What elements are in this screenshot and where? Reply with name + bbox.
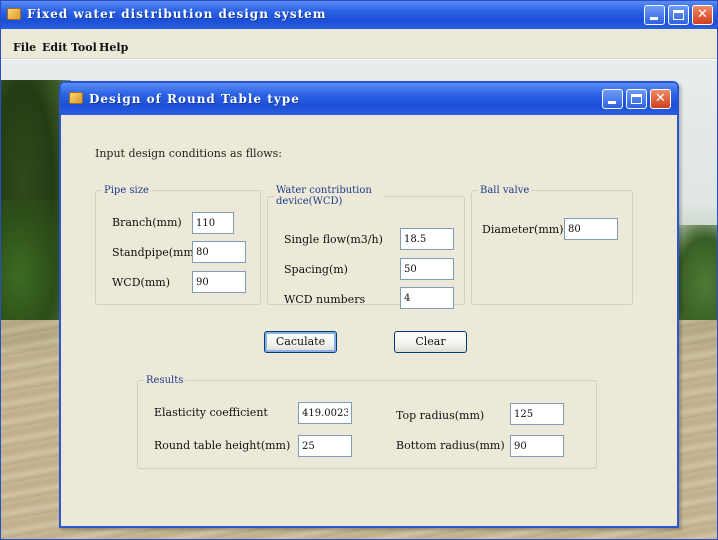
- maximize-icon: [631, 94, 642, 104]
- close-icon: ✕: [697, 7, 708, 22]
- maximize-button[interactable]: [668, 5, 689, 25]
- results-group: Results Elasticity coefficient Round tab…: [137, 375, 597, 469]
- standpipe-label: Standpipe(mm): [112, 246, 199, 259]
- instruction-text: Input design conditions as fllows:: [95, 147, 282, 160]
- wcd-numbers-input[interactable]: [400, 287, 454, 309]
- menubar: File Edit Tool Help: [1, 29, 717, 59]
- elasticity-coefficient-output[interactable]: [298, 402, 352, 424]
- close-button[interactable]: ✕: [692, 5, 713, 25]
- minimize-button[interactable]: [644, 5, 665, 25]
- ball-valve-legend: Ball valve: [480, 185, 530, 196]
- main-titlebar[interactable]: Fixed water distribution design system ✕: [1, 1, 717, 29]
- menu-tool[interactable]: Tool: [71, 41, 97, 54]
- dialog-icon: [69, 92, 83, 104]
- top-radius-label: Top radius(mm): [396, 409, 485, 422]
- minimize-icon: [608, 101, 616, 104]
- menu-file[interactable]: File: [13, 41, 36, 54]
- round-table-height-output[interactable]: [298, 435, 352, 457]
- diameter-input[interactable]: [564, 218, 618, 240]
- dialog-body: Input design conditions as fllows: Pipe …: [61, 115, 677, 526]
- wcd-pipe-input[interactable]: [192, 271, 246, 293]
- minimize-icon: [650, 17, 658, 20]
- dialog-titlebar[interactable]: Design of Round Table type ✕: [61, 83, 677, 115]
- app-icon: [7, 8, 21, 20]
- water-contribution-device-group: Water contribution device(WCD) Single fl…: [267, 185, 465, 309]
- round-table-design-dialog: Design of Round Table type ✕ Input desig…: [59, 81, 679, 528]
- pipe-size-legend: Pipe size: [104, 185, 149, 196]
- round-table-height-label: Round table height(mm): [154, 439, 291, 452]
- menu-edit[interactable]: Edit: [42, 41, 67, 54]
- wcd-numbers-label: WCD numbers: [284, 293, 366, 306]
- dialog-minimize-button[interactable]: [602, 89, 623, 109]
- top-radius-output[interactable]: [510, 403, 564, 425]
- elasticity-coefficient-label: Elasticity coefficient: [154, 406, 268, 419]
- bottom-radius-output[interactable]: [510, 435, 564, 457]
- main-window: Fixed water distribution design system ✕…: [0, 0, 718, 540]
- pipe-size-group: Pipe size Branch(mm) Standpipe(mm) WCD(m…: [95, 185, 261, 305]
- wcd-pipe-label: WCD(mm): [112, 276, 170, 289]
- dialog-title: Design of Round Table type: [89, 92, 300, 106]
- dialog-close-button[interactable]: ✕: [650, 89, 671, 109]
- menu-help[interactable]: Help: [99, 41, 128, 54]
- results-legend: Results: [146, 375, 184, 386]
- branch-input[interactable]: [192, 212, 234, 234]
- standpipe-input[interactable]: [192, 241, 246, 263]
- single-flow-input[interactable]: [400, 228, 454, 250]
- close-icon: ✕: [655, 91, 666, 106]
- calculate-button[interactable]: Caculate: [264, 331, 337, 353]
- branch-label: Branch(mm): [112, 216, 182, 229]
- water-contribution-device-legend: Water contribution device(WCD): [276, 185, 372, 207]
- main-window-controls: ✕: [644, 5, 713, 25]
- dialog-controls: ✕: [602, 89, 671, 109]
- dialog-maximize-button[interactable]: [626, 89, 647, 109]
- main-window-title: Fixed water distribution design system: [27, 7, 327, 21]
- bottom-radius-label: Bottom radius(mm): [396, 439, 505, 452]
- maximize-icon: [673, 10, 684, 20]
- single-flow-label: Single flow(m3/h): [284, 233, 383, 246]
- spacing-input[interactable]: [400, 258, 454, 280]
- ball-valve-group: Ball valve Diameter(mm): [471, 185, 633, 305]
- clear-button[interactable]: Clear: [394, 331, 467, 353]
- diameter-label: Diameter(mm): [482, 223, 564, 236]
- spacing-label: Spacing(m): [284, 263, 348, 276]
